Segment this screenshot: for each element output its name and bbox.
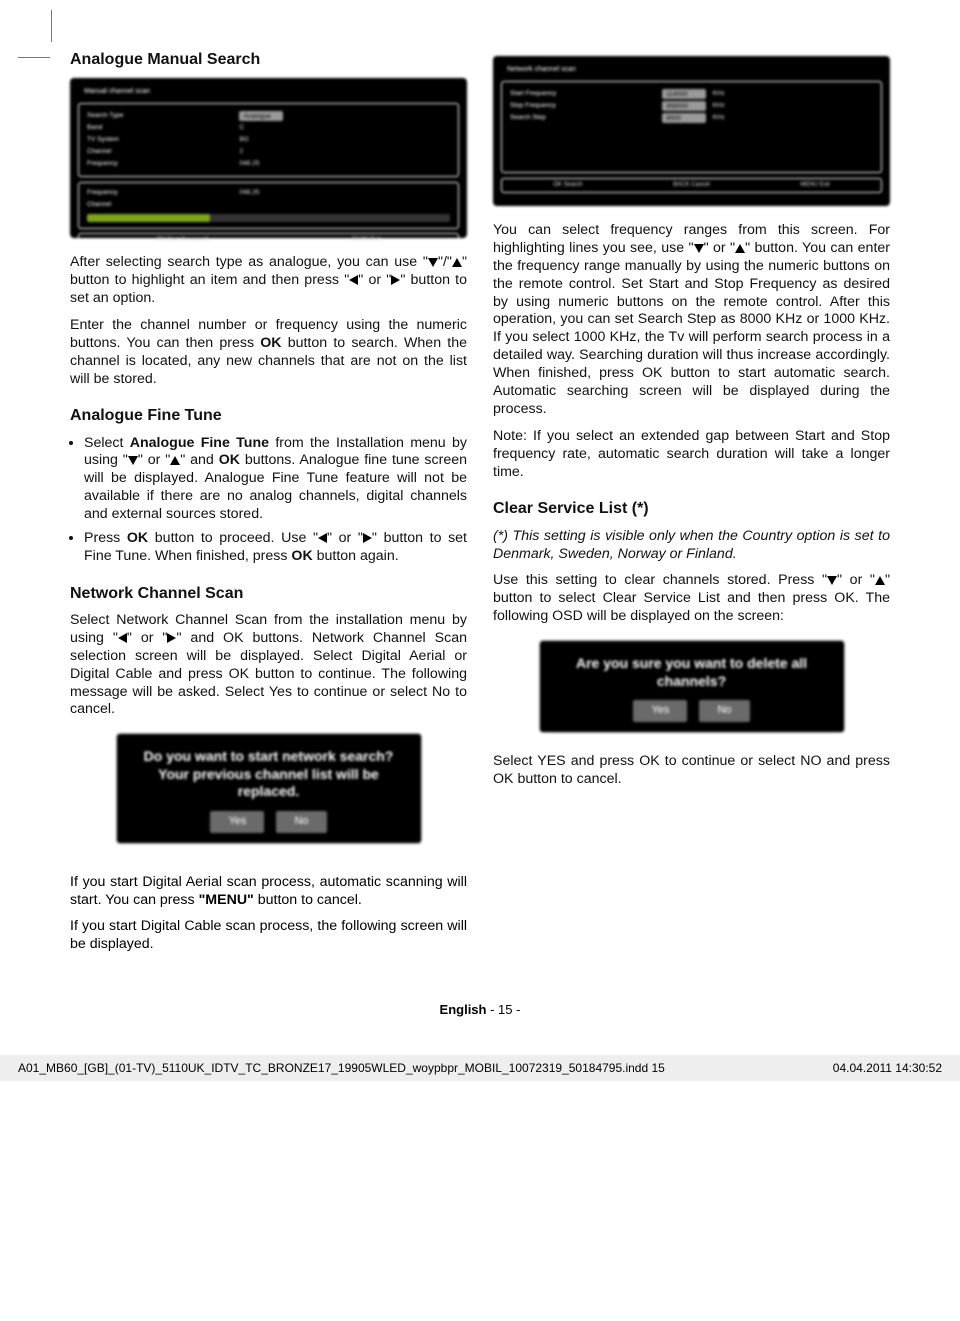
list-item: Select Analogue Fine Tune from the Insta… <box>84 435 467 524</box>
crop-mark <box>18 10 52 58</box>
heading-analogue-manual-search: Analogue Manual Search <box>70 50 467 70</box>
bullet-list: Select Analogue Fine Tune from the Insta… <box>70 435 467 566</box>
popup-confirm-delete-channels: Are you sure you want to delete all chan… <box>539 640 845 733</box>
heading-network-channel-scan: Network Channel Scan <box>70 584 467 604</box>
body-text: Use this setting to clear channels store… <box>493 572 890 626</box>
up-icon <box>735 244 745 253</box>
right-icon <box>363 533 372 543</box>
body-text: Enter the channel number or frequency us… <box>70 317 467 389</box>
left-icon <box>318 533 327 543</box>
body-text: Note: If you select an extended gap betw… <box>493 428 890 482</box>
page-footer: English - 15 - <box>70 1002 890 1017</box>
down-icon <box>694 244 704 253</box>
body-text: Select Network Channel Scan from the ins… <box>70 612 467 719</box>
after-columns-left: If you start Digital Aerial scan process… <box>70 874 467 955</box>
heading-clear-service-list: Clear Service List (*) <box>493 499 890 519</box>
body-text: After selecting search type as analogue,… <box>70 254 467 308</box>
no-button[interactable]: No <box>276 811 326 833</box>
indd-date: 04.04.2011 14:30:52 <box>833 1061 942 1075</box>
indesign-slug: A01_MB60_[GB]_(01-TV)_5110UK_IDTV_TC_BRO… <box>0 1055 960 1081</box>
osd-hint: MENU Exit <box>800 182 829 190</box>
down-icon <box>128 456 138 465</box>
yes-button[interactable]: Yes <box>210 811 264 833</box>
body-text: You can select frequency ranges from thi… <box>493 222 890 419</box>
down-icon <box>428 258 438 267</box>
right-icon <box>391 275 400 285</box>
list-item: Press OK button to proceed. Use "" or ""… <box>84 530 467 566</box>
indd-file: A01_MB60_[GB]_(01-TV)_5110UK_IDTV_TC_BRO… <box>18 1061 665 1075</box>
osd-signal: Frequency048.25 Channel <box>78 182 459 229</box>
down-icon <box>827 576 837 585</box>
left-icon <box>349 275 358 285</box>
popup-line: Are you sure you want to delete all <box>552 655 832 673</box>
up-icon <box>170 456 180 465</box>
osd-row-value: Analogue <box>239 111 283 121</box>
body-text: Select YES and press OK to continue or s… <box>493 753 890 789</box>
osd-hint: BACK Cancel <box>673 182 710 190</box>
up-icon <box>875 576 885 585</box>
body-text-italic: (*) This setting is visible only when th… <box>493 528 890 564</box>
osd-title: Manual channel scan <box>78 86 459 103</box>
osd-form: Search TypeAnalogue BandC TV SystemBG Ch… <box>78 103 459 177</box>
osd-manual-scan: Manual channel scan Search TypeAnalogue … <box>70 78 467 238</box>
osd-title: Network channel scan <box>501 64 882 81</box>
popup-line: Do you want to start network search? <box>129 748 409 766</box>
yes-button[interactable]: Yes <box>633 700 687 722</box>
body-text: If you start Digital Aerial scan process… <box>70 874 467 910</box>
left-column: Analogue Manual Search Manual channel sc… <box>70 50 467 864</box>
left-icon <box>118 633 127 643</box>
no-button[interactable]: No <box>699 700 749 722</box>
popup-confirm-network-search: Do you want to start network search? You… <box>116 733 422 843</box>
up-icon <box>452 258 462 267</box>
popup-line: channels? <box>552 673 832 691</box>
popup-line: Your previous channel list will be <box>129 766 409 784</box>
osd-hint: BACK Exit <box>352 237 380 245</box>
osd-row-label: Search Type <box>87 110 239 122</box>
heading-analogue-fine-tune: Analogue Fine Tune <box>70 406 467 426</box>
popup-line: replaced. <box>129 783 409 801</box>
osd-network-scan: Network channel scan Start Frequency1140… <box>493 56 890 206</box>
osd-hint: OK Start the search <box>157 237 210 245</box>
osd-hint: OK Search <box>553 182 582 190</box>
body-text: If you start Digital Cable scan process,… <box>70 918 467 954</box>
right-column: Network channel scan Start Frequency1140… <box>493 50 890 864</box>
